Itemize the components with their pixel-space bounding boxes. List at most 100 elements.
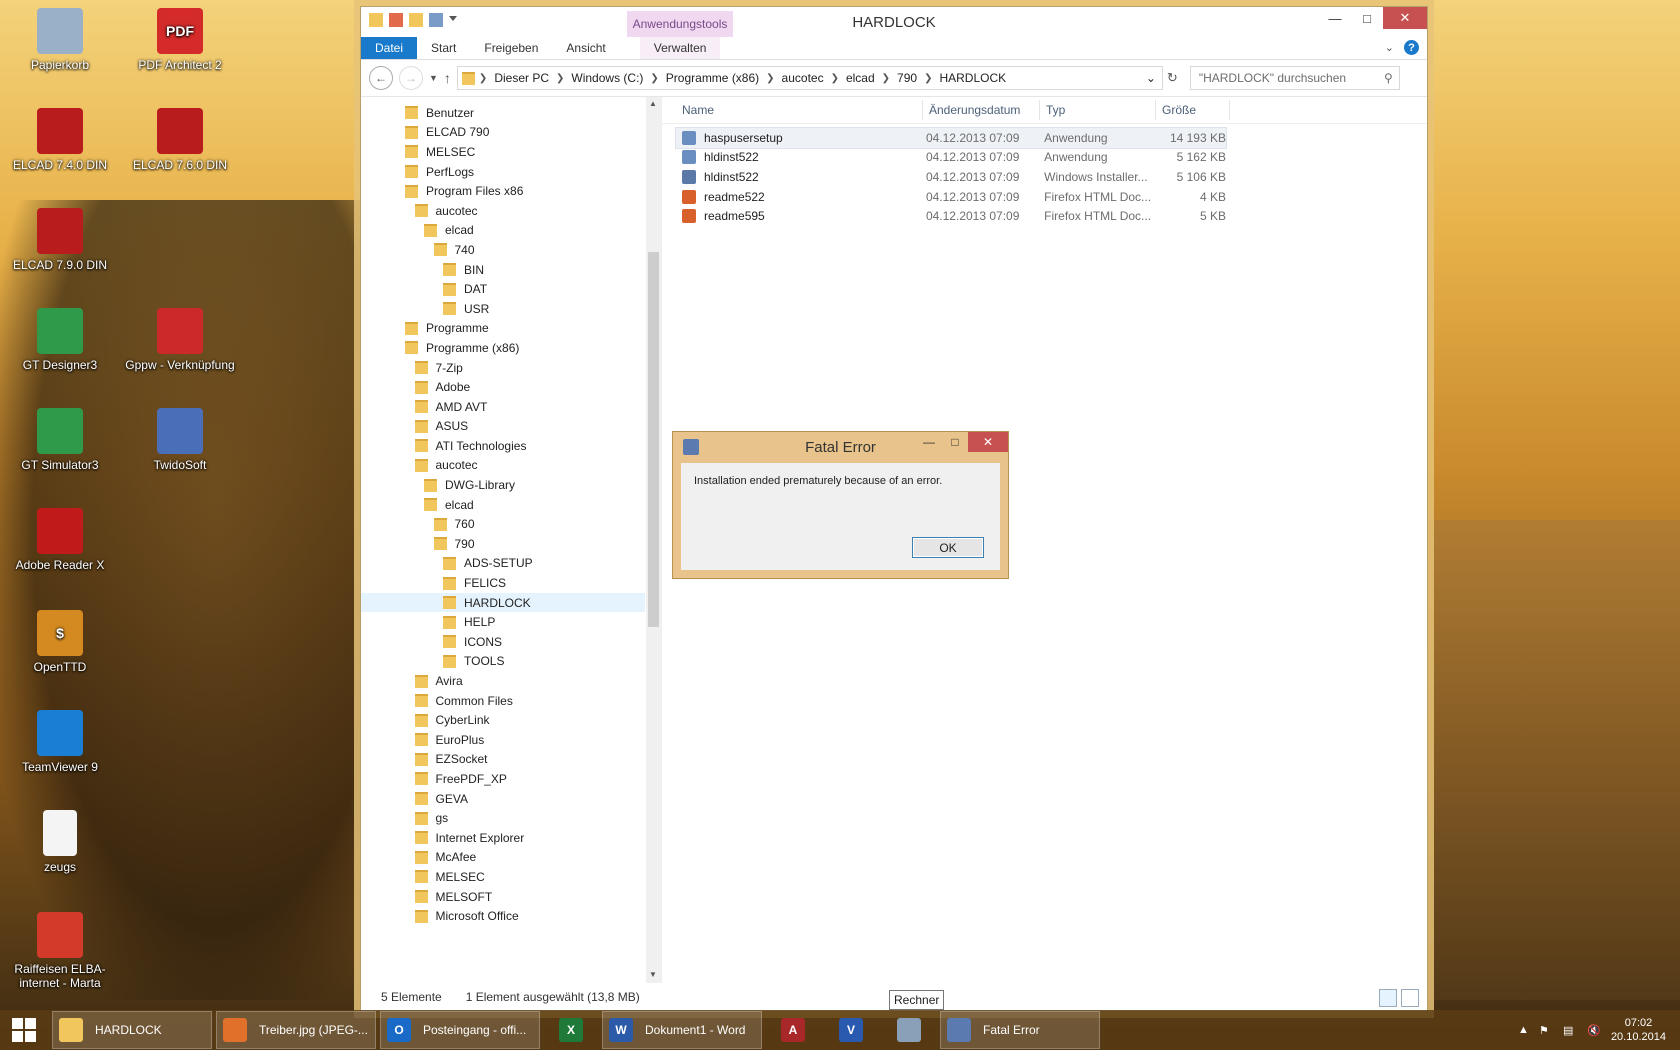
- tree-item[interactable]: HELP: [361, 612, 645, 632]
- maximize-button[interactable]: □: [1351, 7, 1383, 29]
- desktop-icon[interactable]: ELCAD 7.4.0 DIN: [5, 108, 115, 172]
- tree-item[interactable]: TOOLS: [361, 652, 645, 672]
- taskbar-item[interactable]: V: [824, 1012, 878, 1048]
- breadcrumb-item[interactable]: aucotec: [775, 71, 831, 85]
- desktop-icon[interactable]: TeamViewer 9: [5, 710, 115, 774]
- refresh-icon[interactable]: ↻: [1167, 70, 1178, 86]
- desktop-icon[interactable]: Adobe Reader X: [5, 508, 115, 572]
- tab-ansicht[interactable]: Ansicht: [552, 37, 619, 59]
- desktop-icon[interactable]: Gppw - Verknüpfung: [125, 308, 235, 372]
- breadcrumb-item[interactable]: Dieser PC: [487, 71, 556, 85]
- tree-item[interactable]: 790: [361, 534, 645, 554]
- tree-item[interactable]: elcad: [361, 495, 645, 515]
- breadcrumb-separator-icon[interactable]: ❯: [556, 73, 564, 84]
- scroll-up-icon[interactable]: ▲: [649, 99, 657, 108]
- tab-start[interactable]: Start: [417, 37, 470, 59]
- tree-item[interactable]: ATI Technologies: [361, 436, 645, 456]
- show-hidden-icons-icon[interactable]: ▲: [1518, 1024, 1529, 1036]
- breadcrumb-separator-icon[interactable]: ❯: [831, 73, 839, 84]
- breadcrumb-separator-icon[interactable]: ❯: [650, 73, 658, 84]
- tree-item[interactable]: 760: [361, 514, 645, 534]
- large-icons-view-icon[interactable]: [1401, 989, 1419, 1007]
- taskbar-item[interactable]: HARDLOCK: [52, 1011, 212, 1049]
- start-button[interactable]: [0, 1010, 48, 1050]
- desktop-icon[interactable]: ELCAD 7.9.0 DIN: [5, 208, 115, 272]
- breadcrumb-item[interactable]: HARDLOCK: [932, 71, 1013, 85]
- clock[interactable]: 07:02 20.10.2014: [1611, 1016, 1666, 1044]
- tree-item[interactable]: GEVA: [361, 789, 645, 809]
- tree-item[interactable]: HARDLOCK: [361, 592, 645, 613]
- column-type[interactable]: Typ: [1040, 100, 1156, 120]
- tree-item[interactable]: FELICS: [361, 573, 645, 593]
- taskbar-item[interactable]: O Posteingang - offi...: [380, 1011, 540, 1049]
- tree-item[interactable]: EuroPlus: [361, 730, 645, 750]
- tree-item[interactable]: elcad: [361, 221, 645, 241]
- minimize-button[interactable]: —: [1319, 7, 1351, 29]
- file-row[interactable]: haspusersetup 04.12.2013 07:09 Anwendung 14…: [675, 127, 1227, 149]
- ok-button[interactable]: OK: [912, 537, 984, 558]
- breadcrumb-item[interactable]: Programme (x86): [659, 71, 766, 85]
- column-size[interactable]: Größe: [1156, 100, 1230, 120]
- tree-item[interactable]: CyberLink: [361, 710, 645, 730]
- tree-item[interactable]: ICONS: [361, 632, 645, 652]
- breadcrumb-separator-icon[interactable]: ❯: [882, 73, 890, 84]
- desktop-icon[interactable]: GT Simulator3: [5, 408, 115, 472]
- tree-item[interactable]: Common Files: [361, 691, 645, 711]
- tree-item[interactable]: 740: [361, 240, 645, 260]
- tree-item[interactable]: Program Files x86: [361, 181, 645, 201]
- dialog-minimize-button[interactable]: —: [916, 432, 942, 452]
- desktop-icon[interactable]: GT Designer3: [5, 308, 115, 372]
- details-view-icon[interactable]: [1379, 989, 1397, 1007]
- desktop-icon[interactable]: TwidoSoft: [125, 408, 235, 472]
- breadcrumb-separator-icon[interactable]: ❯: [924, 73, 932, 84]
- search-icon[interactable]: ⚲: [1384, 71, 1393, 85]
- taskbar-item[interactable]: W Dokument1 - Word: [602, 1011, 762, 1049]
- tree-item[interactable]: Avira: [361, 671, 645, 691]
- taskbar-item[interactable]: [882, 1012, 936, 1048]
- search-box[interactable]: "HARDLOCK" durchsuchen ⚲: [1189, 66, 1400, 90]
- tree-scrollbar[interactable]: ▲ ▼: [646, 97, 661, 983]
- file-row[interactable]: readme522 04.12.2013 07:09 Firefox HTML Do…: [676, 187, 1226, 207]
- file-row[interactable]: hldinst522 04.12.2013 07:09 Anwendung 5 162…: [676, 148, 1226, 168]
- tree-item[interactable]: USR: [361, 299, 645, 319]
- tree-item[interactable]: DAT: [361, 279, 645, 299]
- file-row[interactable]: hldinst522 04.12.2013 07:09 Windows Instal…: [676, 167, 1226, 187]
- tree-item[interactable]: ASUS: [361, 417, 645, 437]
- address-bar[interactable]: ❯ Dieser PC ❯ Windows (C:) ❯ Programme (x86) ❯…: [456, 66, 1163, 90]
- tree-item[interactable]: Adobe: [361, 377, 645, 397]
- tree-item[interactable]: Programme: [361, 319, 645, 339]
- tree-item[interactable]: MELSOFT: [361, 887, 645, 907]
- tree-item[interactable]: ADS-SETUP: [361, 554, 645, 574]
- action-center-flag-icon[interactable]: ⚑: [1539, 1024, 1553, 1037]
- dialog-maximize-button[interactable]: □: [942, 432, 968, 452]
- tree-item[interactable]: MELSEC: [361, 867, 645, 887]
- help-icon[interactable]: ?: [1404, 40, 1419, 55]
- desktop-icon[interactable]: zeugs: [5, 810, 115, 874]
- desktop-icon[interactable]: $ OpenTTD: [5, 610, 115, 674]
- tree-item[interactable]: Benutzer: [361, 103, 645, 123]
- tree-item[interactable]: BIN: [361, 260, 645, 280]
- forward-button[interactable]: →: [399, 66, 423, 90]
- scrollbar-thumb[interactable]: [648, 252, 659, 627]
- tree-item[interactable]: gs: [361, 808, 645, 828]
- file-row[interactable]: readme595 04.12.2013 07:09 Firefox HTML Do…: [676, 206, 1226, 226]
- column-name[interactable]: Name: [676, 100, 923, 120]
- column-date[interactable]: Änderungsdatum: [923, 100, 1040, 120]
- tree-item[interactable]: Microsoft Office: [361, 906, 645, 926]
- tree-item[interactable]: MELSEC: [361, 142, 645, 162]
- tree-item[interactable]: AMD AVT: [361, 397, 645, 417]
- breadcrumb-separator-icon[interactable]: ❯: [766, 73, 774, 84]
- desktop-icon[interactable]: Raiffeisen ELBA-internet - Marta: [5, 912, 115, 990]
- desktop-icon[interactable]: ELCAD 7.6.0 DIN: [125, 108, 235, 172]
- tree-item[interactable]: 7-Zip: [361, 358, 645, 378]
- tree-item[interactable]: McAfee: [361, 848, 645, 868]
- tree-item[interactable]: aucotec: [361, 201, 645, 221]
- desktop-icon[interactable]: Papierkorb: [5, 8, 115, 72]
- tab-verwalten[interactable]: Verwalten: [639, 37, 721, 59]
- network-icon[interactable]: ▤: [1563, 1024, 1577, 1037]
- scroll-down-icon[interactable]: ▼: [649, 970, 657, 979]
- address-dropdown-icon[interactable]: ⌄: [1140, 71, 1162, 85]
- breadcrumb-item[interactable]: elcad: [839, 71, 882, 85]
- tab-datei[interactable]: Datei: [361, 37, 418, 59]
- breadcrumb-separator-icon[interactable]: ❯: [479, 73, 487, 84]
